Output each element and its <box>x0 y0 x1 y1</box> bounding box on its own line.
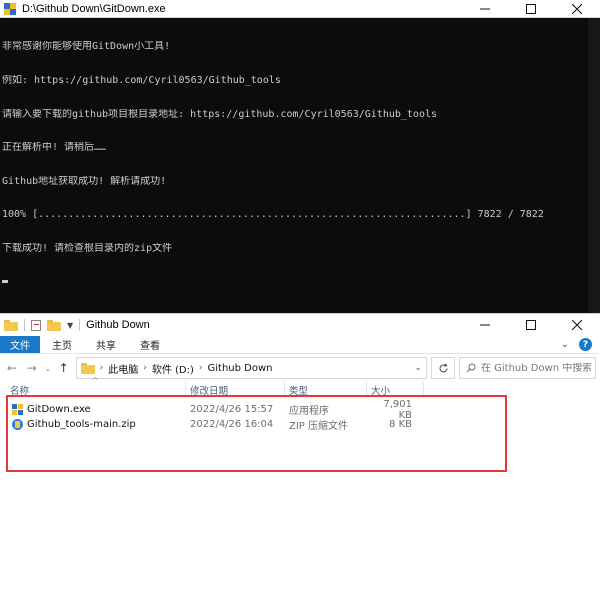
breadcrumb-separator-icon: › <box>99 363 104 373</box>
console-output[interactable]: 非常感谢你能够使用GitDown小工具! 例如: https://github.… <box>0 18 588 313</box>
console-line: Github地址获取成功! 解析请成功! <box>2 175 167 187</box>
breadcrumb-separator-icon: › <box>143 363 147 373</box>
breadcrumb-github-down[interactable]: Github Down <box>208 363 273 374</box>
refresh-icon <box>439 362 448 372</box>
divider <box>24 319 25 331</box>
forward-button[interactable]: → <box>24 359 40 377</box>
search-input[interactable] <box>480 362 591 374</box>
maximize-button[interactable] <box>508 0 554 17</box>
recent-locations-icon[interactable]: ⌄ <box>44 359 52 377</box>
console-window: D:\Github Down\GitDown.exe 非常感谢你能够使用GitD… <box>0 0 600 313</box>
minimize-icon <box>480 8 490 9</box>
breadcrumb-separator-icon: › <box>198 363 203 373</box>
console-line: 请输入要下载的github项目根目录地址: https://github.com… <box>2 108 438 120</box>
explorer-minimize-button[interactable] <box>462 314 508 336</box>
divider <box>79 319 81 331</box>
properties-icon[interactable] <box>31 319 41 331</box>
close-icon <box>572 320 582 330</box>
console-line: 100% [..................................… <box>2 209 544 221</box>
folder-icon <box>80 362 95 374</box>
ribbon-tabs: 文件 主页 共享 查看 ⌄ ? <box>0 336 600 354</box>
console-title: D:\Github Down\GitDown.exe <box>22 2 166 15</box>
console-line: 正在解析中! 请稍后…… <box>2 142 107 154</box>
breadcrumb-drive-d[interactable]: 软件 (D:) <box>152 361 194 376</box>
folder-icon <box>4 319 18 331</box>
explorer-titlebar[interactable]: ▼ Github Down <box>0 314 600 336</box>
console-line: 例如: https://github.com/Cyril0563/Github_… <box>2 75 281 86</box>
ribbon-expand-icon[interactable]: ⌄ <box>561 339 569 350</box>
highlight-box <box>6 395 507 472</box>
tab-view[interactable]: 查看 <box>128 336 172 353</box>
console-app-icon <box>4 2 16 15</box>
console-line: 非常感谢你能够使用GitDown小工具! <box>2 41 171 53</box>
up-button[interactable]: ↑ <box>56 359 72 377</box>
console-titlebar[interactable]: D:\Github Down\GitDown.exe <box>0 0 600 18</box>
close-icon <box>572 3 582 14</box>
minimize-button[interactable] <box>462 0 508 17</box>
explorer-maximize-button[interactable] <box>508 314 554 336</box>
back-button[interactable]: ← <box>4 359 20 377</box>
search-icon <box>466 363 476 373</box>
help-icon[interactable]: ? <box>579 338 592 351</box>
minimize-icon <box>480 324 490 326</box>
tab-file[interactable]: 文件 <box>0 336 40 353</box>
explorer-window: ▼ Github Down 文件 主页 共享 查看 ⌄ ? ← → ⌄ ↑ › … <box>0 313 600 600</box>
console-cursor <box>2 279 8 283</box>
refresh-button[interactable] <box>431 357 455 379</box>
tab-share[interactable]: 共享 <box>84 336 128 353</box>
address-bar[interactable]: › 此电脑 › 软件 (D:) › Github Down ⌄ <box>75 357 428 379</box>
explorer-close-button[interactable] <box>554 314 600 336</box>
maximize-icon <box>526 3 536 14</box>
maximize-icon <box>526 320 536 330</box>
console-scrollbar[interactable] <box>588 18 600 313</box>
breadcrumb-this-pc[interactable]: 此电脑 <box>108 361 138 376</box>
explorer-title: Github Down <box>86 319 150 331</box>
tab-home[interactable]: 主页 <box>40 336 84 353</box>
address-bar-row: ← → ⌄ ↑ › 此电脑 › 软件 (D:) › Github Down ⌄ <box>0 354 600 382</box>
console-line: 下载成功! 请检查根目录内的zip文件 <box>2 242 173 254</box>
search-box[interactable] <box>458 357 597 379</box>
close-button[interactable] <box>554 0 600 17</box>
address-dropdown-icon[interactable]: ⌄ <box>410 363 426 373</box>
new-folder-icon[interactable] <box>47 319 61 331</box>
quick-access-dropdown-icon[interactable]: ▼ <box>67 321 73 330</box>
